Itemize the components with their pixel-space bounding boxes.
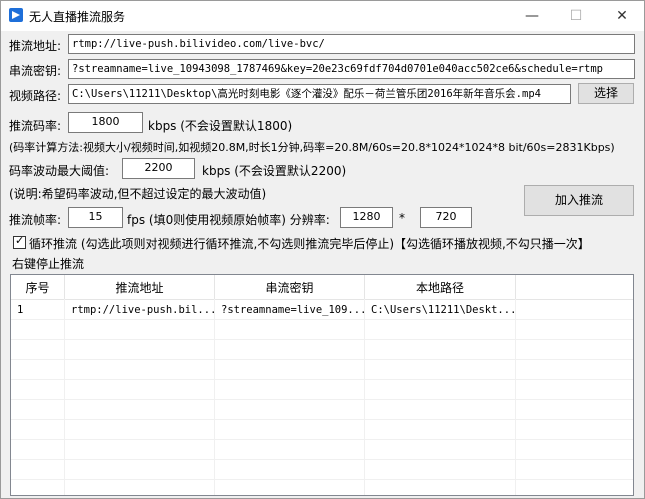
- app-window: 无人直播推流服务 — ☐ ✕ 推流地址: rtmp://live-push.bi…: [0, 0, 645, 499]
- column-header-local-path[interactable]: 本地路径: [365, 275, 516, 299]
- grid-line: [11, 419, 633, 420]
- fluct-note: (说明:希望码率波动,但不超过设定的最大波动值): [9, 187, 267, 201]
- close-button[interactable]: ✕: [599, 1, 645, 31]
- fluct-input[interactable]: 2200: [122, 158, 195, 179]
- app-icon: [9, 8, 23, 22]
- fluct-label: 码率波动最大阈值:: [9, 164, 110, 178]
- stream-list[interactable]: 序号 推流地址 串流密钥 本地路径 1 rtmp://live-push.bil.…: [10, 274, 634, 496]
- loop-label: 循环推流 (勾选此项则对视频进行循环推流,不勾选则推流完毕后停止)【勾选循环播放…: [29, 237, 590, 251]
- cell-index: 1: [17, 304, 24, 316]
- cell-push-url: rtmp://live-push.bil...: [71, 304, 215, 316]
- title-bar: 无人直播推流服务 — ☐ ✕: [1, 1, 644, 31]
- video-path-input[interactable]: C:\Users\11211\Desktop\高光时刻电影《逐个灌没》配乐－荷兰…: [68, 84, 571, 104]
- check-mark-icon: ✓: [15, 234, 25, 247]
- grid-line: [11, 339, 633, 340]
- cell-local-path: C:\Users\11211\Deskt...: [371, 304, 516, 316]
- column-divider: [515, 299, 516, 495]
- column-header-index[interactable]: 序号: [11, 275, 65, 299]
- minimize-button[interactable]: —: [509, 1, 555, 31]
- stream-key-input[interactable]: ?streamname=live_10943098_1787469&key=20…: [68, 59, 635, 79]
- table-row[interactable]: 1 rtmp://live-push.bil... ?streamname=live…: [11, 300, 633, 320]
- push-url-label: 推流地址:: [9, 39, 62, 53]
- column-divider: [214, 299, 215, 495]
- grid-line: [11, 479, 633, 480]
- add-stream-button[interactable]: 加入推流: [524, 185, 634, 216]
- bitrate-unit: kbps (不会设置默认1800): [148, 119, 293, 133]
- loop-checkbox[interactable]: ✓: [13, 234, 26, 249]
- bitrate-label: 推流码率:: [9, 119, 62, 133]
- push-url-input[interactable]: rtmp://live-push.bilivideo.com/live-bvc/: [68, 34, 635, 54]
- browse-button[interactable]: 选择: [578, 83, 634, 104]
- stream-key-label: 串流密钥:: [9, 64, 62, 78]
- column-header-push-url[interactable]: 推流地址: [65, 275, 215, 299]
- fps-label: 推流帧率:: [9, 213, 62, 227]
- resolution-times: *: [399, 211, 405, 225]
- bitrate-input[interactable]: 1800: [68, 112, 143, 133]
- fps-unit: fps (填0则使用视频原始帧率) 分辨率:: [127, 213, 330, 227]
- resolution-width-input[interactable]: 1280: [340, 207, 393, 228]
- column-header-stream-key[interactable]: 串流密钥: [215, 275, 365, 299]
- video-path-label: 视频路径:: [9, 89, 62, 103]
- maximize-button[interactable]: ☐: [553, 1, 599, 31]
- column-divider: [364, 299, 365, 495]
- fps-input[interactable]: 15: [68, 207, 123, 228]
- grid-line: [11, 399, 633, 400]
- grid-line: [11, 439, 633, 440]
- stop-hint: 右键停止推流: [12, 257, 85, 271]
- fluct-unit: kbps (不会设置默认2200): [202, 164, 347, 178]
- bitrate-formula: (码率计算方法:视频大小/视频时间,如视频20.8M,时长1分钟,码率=20.8…: [9, 141, 615, 154]
- window-title: 无人直播推流服务: [29, 10, 126, 24]
- grid-line: [11, 319, 633, 320]
- cell-stream-key: ?streamname=live_109...: [221, 304, 365, 316]
- grid-line: [11, 359, 633, 360]
- grid-line: [11, 459, 633, 460]
- grid-line: [11, 379, 633, 380]
- resolution-height-input[interactable]: 720: [420, 207, 472, 228]
- list-header: 序号 推流地址 串流密钥 本地路径: [11, 275, 633, 300]
- column-divider: [64, 299, 65, 495]
